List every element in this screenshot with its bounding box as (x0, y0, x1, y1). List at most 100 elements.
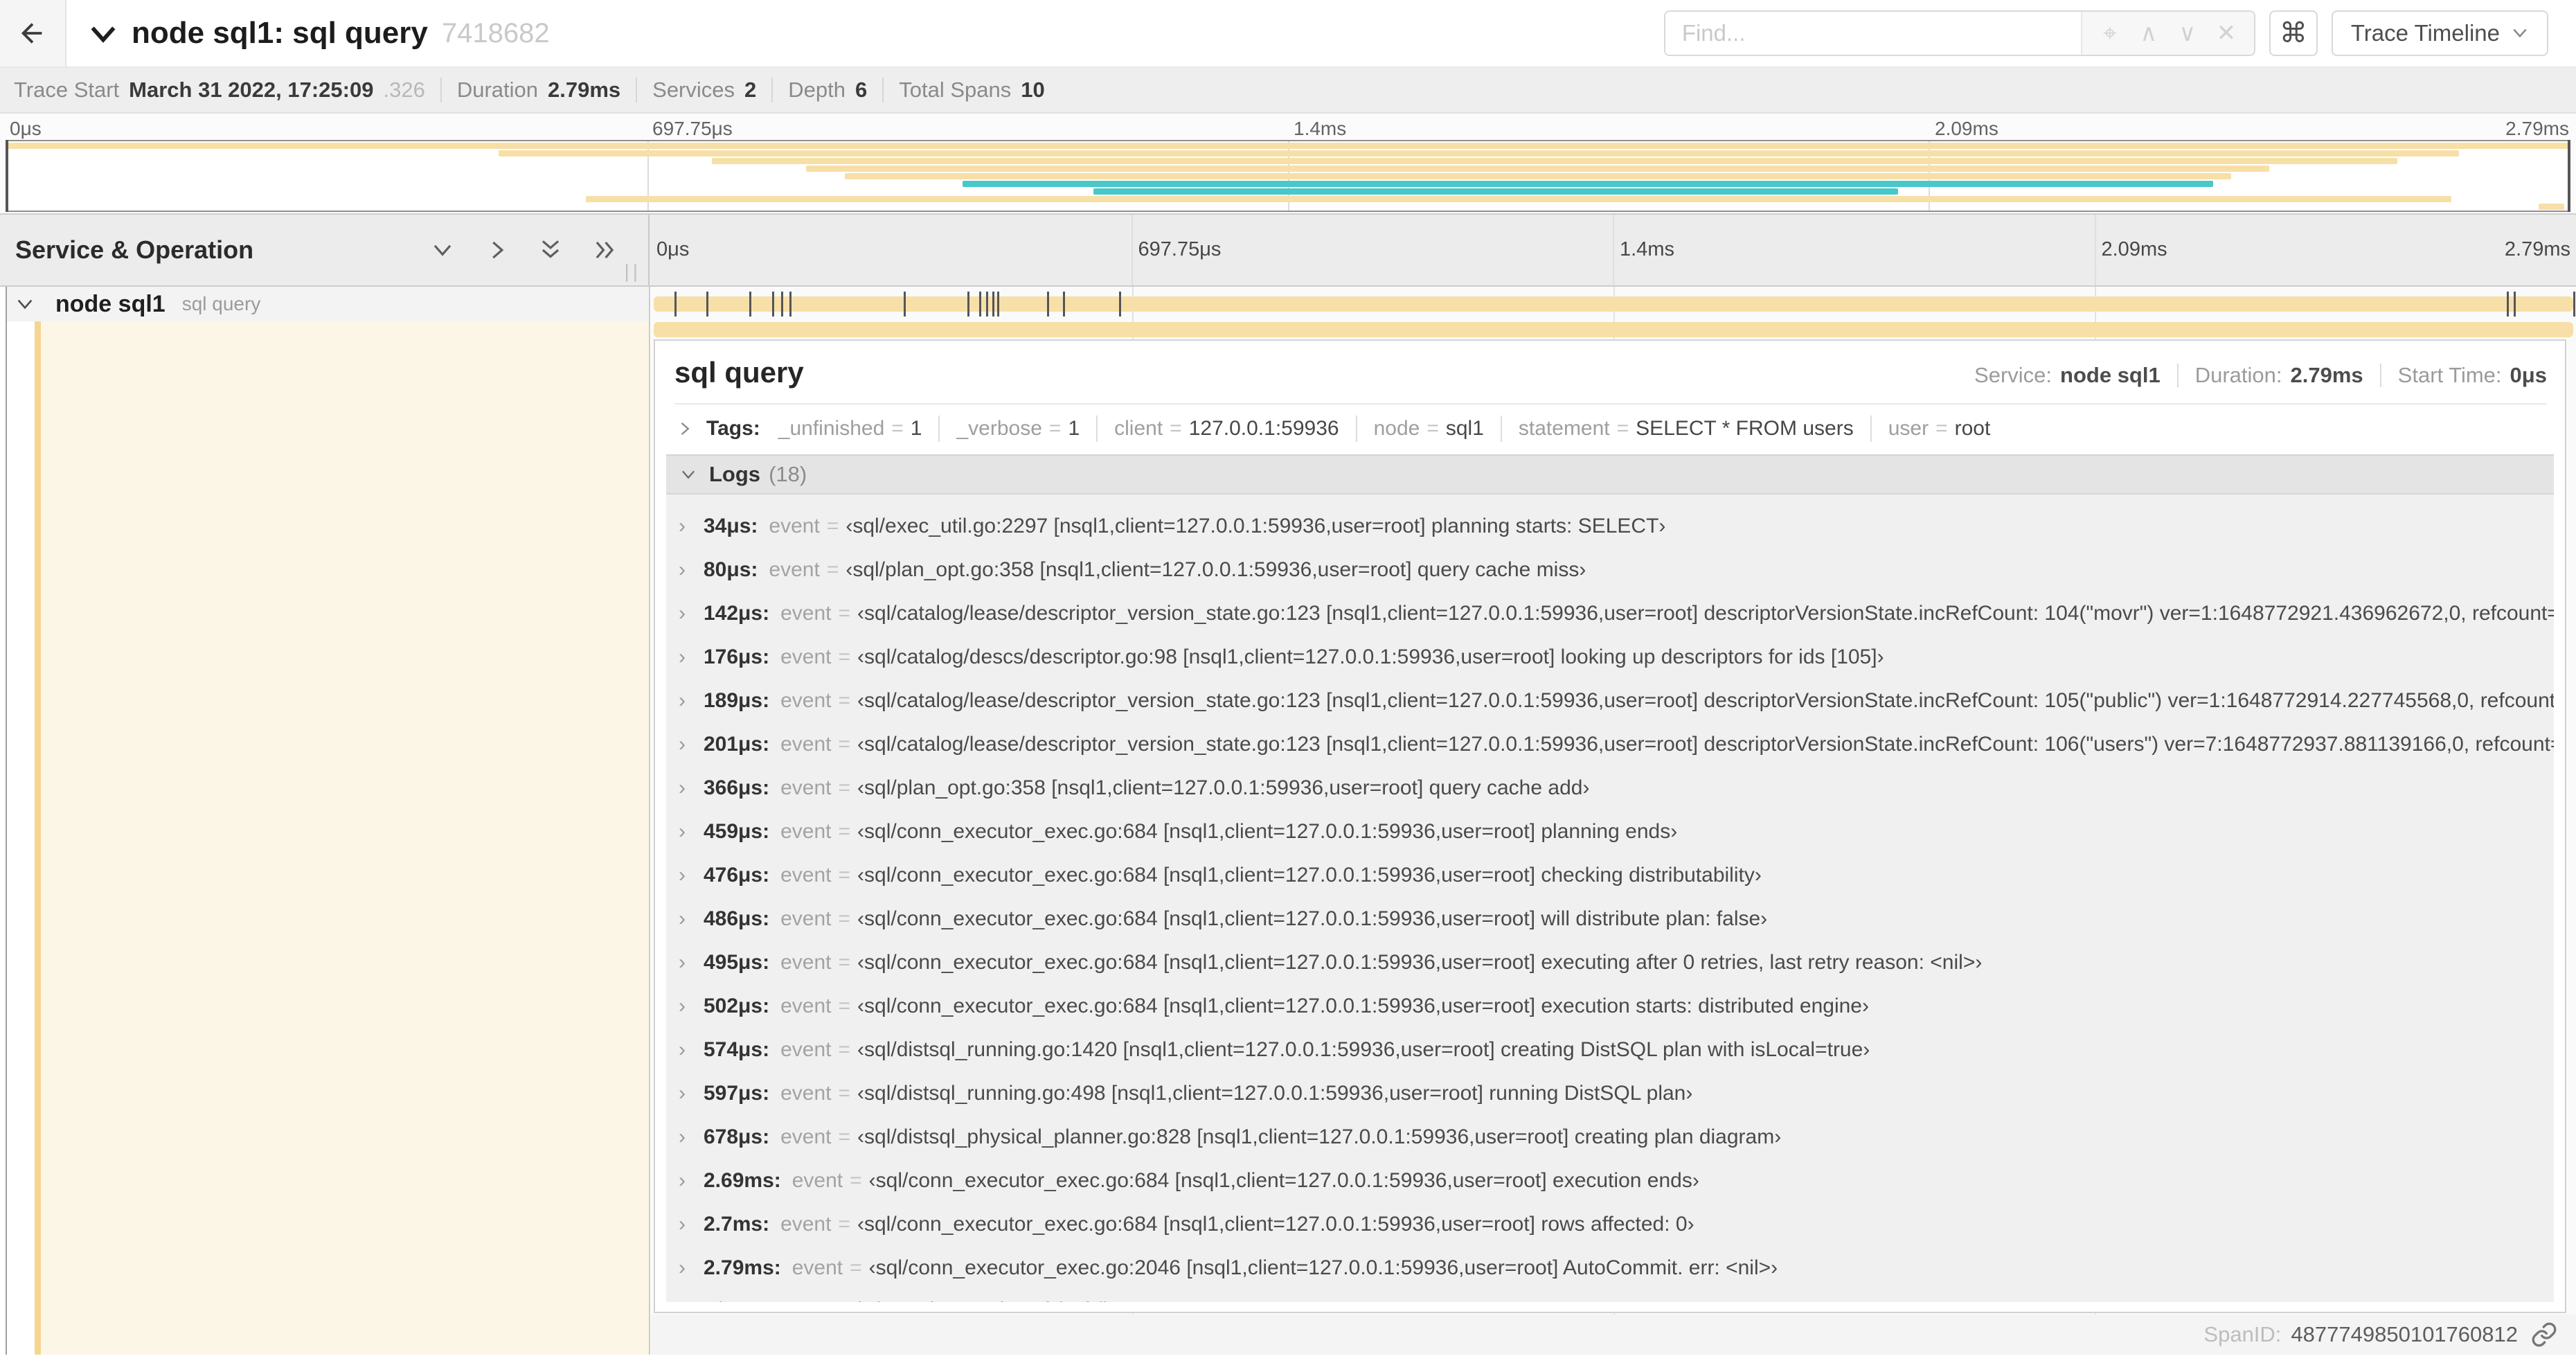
log-timestamp: 142μs: (704, 601, 770, 625)
log-row[interactable]: › 366μs: event = ‹sql/plan_opt.go:358 [nsql1… (679, 766, 2554, 810)
tag-key: node (1373, 417, 1420, 440)
logs-accordion-header[interactable]: Logs (18) (666, 454, 2554, 495)
service-operation-header: Service & Operation || (0, 215, 650, 285)
find-clear-icon[interactable]: ✕ (2207, 12, 2246, 55)
log-row[interactable]: › 201μs: event = ‹sql/catalog/lease/descript… (679, 722, 2554, 766)
log-timestamp: 2.79ms: (704, 1256, 781, 1279)
log-chevron-right-icon: › (679, 1081, 686, 1105)
tag-value: 127.0.0.1:59936 (1188, 417, 1339, 440)
log-row[interactable]: › 2.7ms: event = ‹sql/conn_executor_exec.go:… (679, 1202, 2554, 1246)
find-next-chevron-down-icon[interactable]: ∨ (2168, 12, 2207, 55)
column-divider[interactable] (649, 287, 650, 1355)
log-row[interactable]: › 34μs: event = ‹sql/exec_util.go:2297 [nsql… (679, 504, 2554, 548)
log-row[interactable]: › 176μs: event = ‹sql/catalog/descs/descript… (679, 635, 2554, 679)
log-marker-tick (772, 292, 775, 317)
log-event-key: event (791, 1168, 843, 1192)
minimap-span-bar (499, 150, 2459, 157)
log-chevron-right-icon: › (679, 558, 686, 581)
log-row[interactable]: › 495μs: event = ‹sql/conn_executor_exec.go:… (679, 941, 2554, 984)
log-equals: = (826, 558, 839, 581)
trace-info-item: Total Spans 10 (899, 78, 1044, 103)
log-row[interactable]: › 459μs: event = ‹sql/conn_executor_exec.go:… (679, 810, 2554, 853)
collapse-one-chevron-down-icon[interactable] (429, 237, 456, 263)
info-separator (440, 78, 442, 103)
log-row[interactable]: › 476μs: event = ‹sql/conn_executor_exec.go:… (679, 853, 2554, 897)
back-button[interactable] (0, 0, 66, 66)
meta-separator (2176, 364, 2179, 387)
tag-value: root (1954, 417, 1991, 440)
log-event-key: event (791, 1256, 843, 1279)
log-event-value: ‹sql/conn_executor_exec.go:2046 [nsql1,c… (868, 1256, 1778, 1279)
log-row[interactable]: › 142μs: event = ‹sql/catalog/lease/descript… (679, 591, 2554, 635)
log-row[interactable]: › 486μs: event = ‹sql/conn_executor_exec.go:… (679, 897, 2554, 941)
log-event-value: ‹sql/conn_executor_exec.go:684 [nsql1,cl… (868, 1168, 1699, 1192)
log-row[interactable]: › 678μs: event = ‹sql/distsql_physical_plann… (679, 1115, 2554, 1159)
span-id-value: 4877749850101760812 (2291, 1322, 2518, 1346)
minimap-canvas[interactable] (6, 140, 2570, 212)
log-event-key: event (780, 1125, 832, 1148)
log-marker-tick (997, 292, 1000, 317)
view-button-label: Trace Timeline (2350, 20, 2500, 46)
expand-one-chevron-right-icon[interactable] (483, 237, 510, 263)
log-row[interactable]: › 502μs: event = ‹sql/conn_executor_exec.go:… (679, 984, 2554, 1028)
keyboard-shortcuts-button[interactable]: ⌘ (2269, 10, 2318, 56)
log-event-key: event (780, 1212, 832, 1236)
log-row[interactable]: › 574μs: event = ‹sql/distsql_running.go:142… (679, 1028, 2554, 1071)
minimap-left-drag-handle[interactable] (6, 140, 8, 212)
log-chevron-right-icon: › (679, 1168, 686, 1192)
locate-icon[interactable]: ⌖ (2091, 12, 2129, 55)
minimap-right-drag-handle[interactable] (2568, 140, 2570, 212)
deep-link-icon[interactable] (2530, 1321, 2558, 1348)
log-equals: = (838, 688, 851, 712)
meta-value: 2.79ms (2290, 363, 2363, 387)
logs-list: › 34μs: event = ‹sql/exec_util.go:2297 [nsql… (666, 495, 2554, 1302)
tag-equals: = (1170, 417, 1182, 440)
find-prev-chevron-up-icon[interactable]: ∧ (2129, 12, 2168, 55)
meta-value: node sql1 (2060, 363, 2161, 387)
collapse-all-double-chevron-down-icon[interactable] (537, 237, 564, 263)
tag-separator (1870, 416, 1872, 442)
log-event-value: ‹sql/distsql_running.go:1420 [nsql1,clie… (857, 1037, 1870, 1061)
minimap-span-bar (7, 143, 2569, 149)
log-row[interactable]: › 80μs: event = ‹sql/plan_opt.go:358 [nsql1,… (679, 548, 2554, 591)
log-event-key: event (769, 558, 820, 581)
span-detail-header[interactable]: sql query Service: node sql1 Duration: 2.79… (655, 341, 2565, 389)
meta-label: Start Time: (2397, 363, 2502, 387)
log-event-value: ‹sql/plan_opt.go:358 [nsql1,client=127.0… (857, 776, 1590, 799)
trace-collapse-chevron-down-icon[interactable] (87, 21, 119, 46)
tag-equals: = (1048, 417, 1062, 440)
span-detail-title: sql query (674, 356, 804, 389)
tag-key: statement (1518, 417, 1610, 440)
log-equals: = (838, 950, 851, 974)
span-id-footer: SpanID: 4877749850101760812 (651, 1315, 2576, 1355)
expand-all-double-chevron-right-icon[interactable] (591, 237, 618, 263)
log-chevron-right-icon: › (679, 863, 686, 887)
jaeger-trace-view: node sql1: sql query 7418682 ⌖ ∧ ∨ ✕ ⌘ T… (0, 0, 2576, 1363)
log-event-value: ‹sql/catalog/lease/descriptor_version_st… (857, 688, 2554, 712)
tag-separator (1355, 416, 1357, 442)
tags-accordion[interactable]: Tags: _unfinished = 1 _verbose = 1 client = 127.… (655, 404, 2565, 452)
detail-row-span-bar[interactable] (654, 322, 2573, 337)
span-duration-bar[interactable] (654, 296, 2573, 312)
log-event-key: event (769, 514, 820, 537)
trace-info-item: Trace Start March 31 2022, 17:25:09 .326 (14, 78, 425, 103)
span-collapse-chevron-down-icon[interactable] (14, 293, 36, 315)
log-chevron-right-icon: › (679, 950, 686, 974)
log-row[interactable]: › 189μs: event = ‹sql/catalog/lease/descript… (679, 679, 2554, 722)
left-gutter-line (6, 287, 7, 1355)
trace-view-selector-button[interactable]: Trace Timeline (2331, 10, 2548, 56)
tag-key: _verbose (956, 417, 1042, 440)
log-row[interactable]: › 2.79ms: event = ‹sql/conn_executor_exec.go… (679, 1246, 2554, 1290)
column-resizer-handle[interactable]: || (624, 260, 641, 283)
span-row-label[interactable]: node sql1 sql query (7, 287, 649, 321)
log-row[interactable]: › 597μs: event = ‹sql/distsql_running.go:498… (679, 1071, 2554, 1115)
trace-info-label: Services (652, 78, 735, 102)
log-row[interactable]: › 2.69ms: event = ‹sql/conn_executor_exec.go… (679, 1159, 2554, 1202)
log-timestamp: 459μs: (704, 819, 770, 843)
find-input[interactable] (1665, 12, 2081, 55)
meta-separator (2379, 364, 2381, 387)
log-event-key: event (780, 688, 832, 712)
log-marker-tick (903, 292, 906, 317)
log-marker-tick (706, 292, 708, 317)
minimap-tick-label: 1.4ms (1294, 118, 1347, 139)
